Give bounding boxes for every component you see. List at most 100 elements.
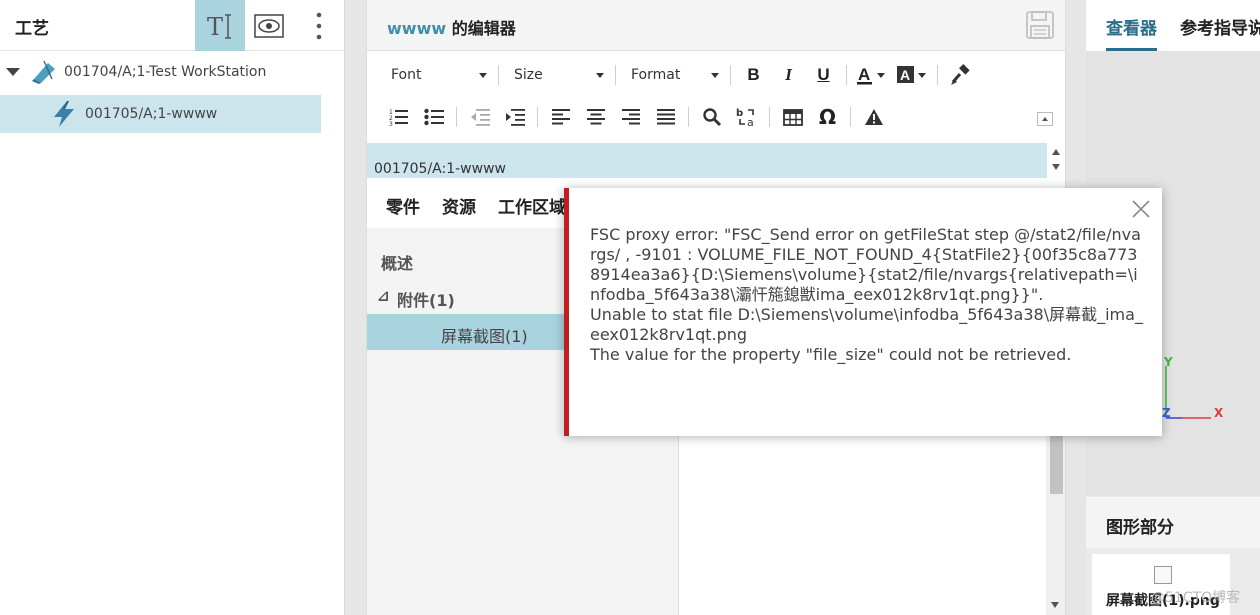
attachments-toggle-icon[interactable]: ⊿ [377,287,390,305]
tree-item-label: 001705/A;1-wwww [85,106,218,122]
tab-viewer[interactable]: 查看器 [1106,14,1157,51]
toolbar-separator [769,107,770,127]
svg-text:T: T [207,13,223,41]
viewer-tabs: 查看器 参考指导说 [1086,0,1260,51]
save-icon[interactable] [1026,11,1054,39]
scroll-up-icon[interactable] [1052,149,1060,155]
tree-item-label: 001704/A;1-Test WorkStation [64,64,267,80]
justify-icon[interactable] [648,104,683,130]
toolbar-separator [850,107,851,127]
svg-text:A: A [900,67,910,83]
axis-y-label: Y [1164,355,1173,369]
underline-icon[interactable]: U [806,62,841,88]
svg-text:b: b [736,108,743,119]
axis-z-label: Z [1162,406,1171,420]
format-dropdown[interactable]: Format [621,62,725,88]
tab-parts[interactable]: 零件 [386,193,420,218]
text-color-icon[interactable]: A [852,62,892,88]
editor-title-object: wwww [387,19,447,38]
editor-header: wwww 的编辑器 [367,0,1065,51]
view-button[interactable] [246,0,292,51]
size-dropdown[interactable]: Size [504,62,610,88]
toolbar-separator [937,65,938,85]
chevron-down-icon [479,72,487,78]
special-character-icon[interactable]: Ω [810,104,845,130]
nav-item-overview[interactable]: 概述 [381,250,413,274]
svg-text:3: 3 [389,121,393,126]
tab-reference-guide[interactable]: 参考指导说 [1180,14,1260,39]
chevron-up-icon [1042,117,1048,121]
shape-section-title: 图形部分 [1106,518,1174,538]
app-window: 工艺 T 001704/A;1-Test WorkStation 001705/… [0,0,1260,615]
chevron-down-icon [711,72,719,78]
editor-content-scrollbar[interactable] [1047,143,1065,178]
background-color-icon[interactable]: A [892,62,932,88]
toolbar-row-2: 123 b a Ω [381,103,891,131]
align-center-icon[interactable] [578,104,613,130]
preview-scrollbar[interactable] [1046,430,1065,615]
replace-icon[interactable]: ba [729,104,764,130]
align-right-icon[interactable] [613,104,648,130]
toolbar-separator [537,107,538,127]
text-tool-button[interactable]: T [195,0,245,51]
scroll-down-icon[interactable] [1052,164,1060,170]
tree-item-wwww[interactable]: 001705/A;1-wwww [0,95,321,133]
toolbar-separator [456,107,457,127]
size-dropdown-label: Size [514,67,543,83]
editor-title: wwww 的编辑器 [387,15,516,39]
scroll-down-icon[interactable] [1051,602,1059,608]
editor-content-text: 001705/A:1-wwww [374,161,506,177]
tree-item-workstation[interactable]: 001704/A;1-Test WorkStation [0,53,345,91]
tab-resources[interactable]: 资源 [442,193,476,218]
lightning-icon [54,101,74,127]
nav-item-screenshot-label: 屏幕截图(1) [441,327,528,346]
toolbar-separator [498,65,499,85]
svg-text:A: A [858,65,870,84]
process-panel-header: 工艺 T [0,0,344,51]
toolbar-separator [688,107,689,127]
format-dropdown-label: Format [631,67,681,83]
bold-icon[interactable]: B [736,62,771,88]
error-notification: FSC proxy error: "FSC_Send error on getF… [564,188,1162,436]
collapse-toolbar-button[interactable] [1037,112,1053,126]
broken-image-icon [1154,566,1172,584]
process-panel: 工艺 T 001704/A;1-Test WorkStation 001705/… [0,0,345,615]
expand-caret-icon[interactable] [6,68,20,76]
process-panel-title: 工艺 [15,19,49,39]
tab-work-area[interactable]: 工作区域 [498,193,566,218]
nav-item-attachments[interactable]: 附件(1) [397,287,455,311]
decrease-indent-icon[interactable] [462,104,497,130]
eye-icon [254,13,284,38]
toolbar-separator [615,65,616,85]
toolbar-separator [846,65,847,85]
toolbar-row-1: Font Size Format B I U A A [381,61,978,89]
editor-title-suffix: 的编辑器 [446,19,516,38]
toolbar-separator [730,65,731,85]
watermark: @51CTO博客 [1151,590,1241,606]
align-left-icon[interactable] [543,104,578,130]
editor-content-area[interactable]: 001705/A:1-wwww [367,143,1065,178]
copy-format-icon[interactable] [943,62,978,88]
more-options-button[interactable] [306,0,332,51]
svg-text:a: a [747,116,754,127]
find-icon[interactable] [694,104,729,130]
font-dropdown-label: Font [391,67,422,83]
chevron-down-icon [596,72,604,78]
close-icon[interactable] [1130,198,1152,220]
bullet-list-icon[interactable] [416,104,451,130]
nav-item-screenshot[interactable]: 屏幕截图(1) [367,314,567,350]
table-icon[interactable] [775,104,810,130]
rich-text-toolbar: Font Size Format B I U A A 1 2 3 b a Ω [367,52,1065,142]
font-dropdown[interactable]: Font [381,62,493,88]
axis-x-label: X [1214,406,1224,420]
italic-icon[interactable]: I [771,62,806,88]
scrollbar-thumb[interactable] [1050,430,1063,494]
shape-section-header: 图形部分 [1086,497,1260,548]
workstation-icon [32,60,55,84]
text-tool-icon: T [207,13,231,41]
warning-icon[interactable] [856,104,891,130]
error-message: FSC proxy error: "FSC_Send error on getF… [590,225,1143,364]
more-icon [316,12,322,39]
numbered-list-icon[interactable]: 123 [381,104,416,130]
increase-indent-icon[interactable] [497,104,532,130]
